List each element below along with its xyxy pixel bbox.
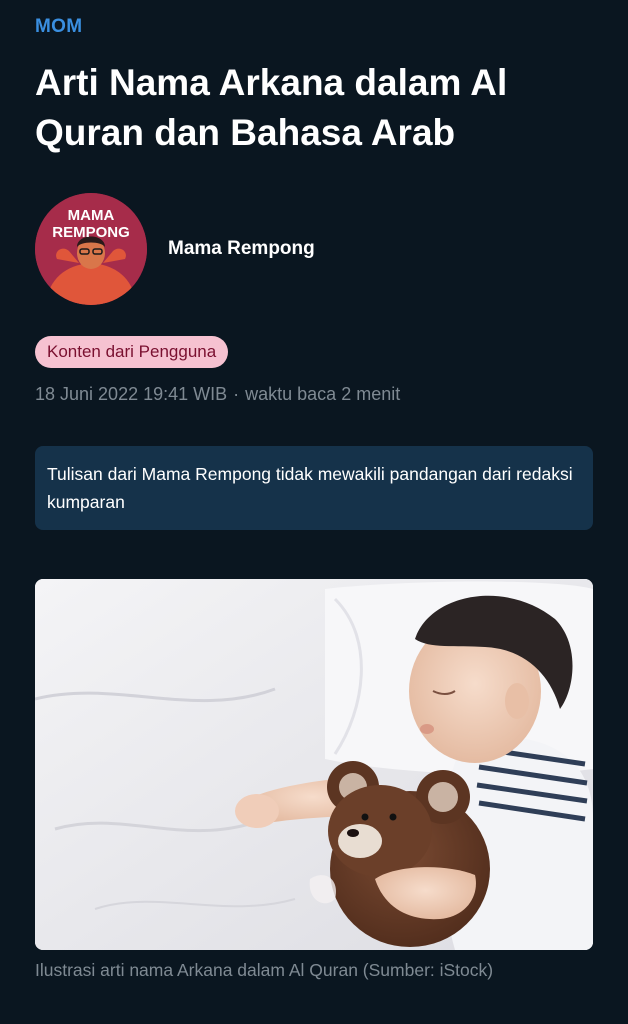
- hero-image[interactable]: [35, 579, 593, 950]
- article-title: Arti Nama Arkana dalam Al Quran dan Baha…: [35, 62, 508, 153]
- user-content-badge: Konten dari Pengguna: [35, 336, 229, 368]
- publish-date: 18 Juni 2022 19:41 WIB: [35, 384, 228, 404]
- category-link[interactable]: MOM: [35, 16, 82, 38]
- author-block[interactable]: MAMA REMPONG Mama Rempong: [35, 193, 315, 305]
- author-avatar[interactable]: MAMA REMPONG: [35, 193, 147, 305]
- disclaimer-text: Tulisan dari Mama Rempong tidak mewakili…: [47, 464, 573, 512]
- author-name[interactable]: Mama Rempong: [168, 238, 315, 260]
- avatar-logo-line2: REMPONG: [52, 224, 130, 241]
- article-page: MOM Arti Nama Arkana dalam Al Quran dan …: [0, 0, 628, 1024]
- read-time: waktu baca 2 menit: [245, 384, 401, 404]
- disclaimer-box: Tulisan dari Mama Rempong tidak mewakili…: [35, 446, 593, 530]
- sleeping-baby-photo: [35, 579, 593, 950]
- avatar-logo-line1: MAMA: [68, 207, 115, 224]
- meta-separator: ·: [233, 384, 240, 404]
- avatar-illustration: MAMA REMPONG: [35, 193, 147, 305]
- image-caption: Ilustrasi arti nama Arkana dalam Al Qura…: [35, 960, 494, 980]
- article-meta: 18 Juni 2022 19:41 WIB · waktu baca 2 meni…: [35, 384, 400, 405]
